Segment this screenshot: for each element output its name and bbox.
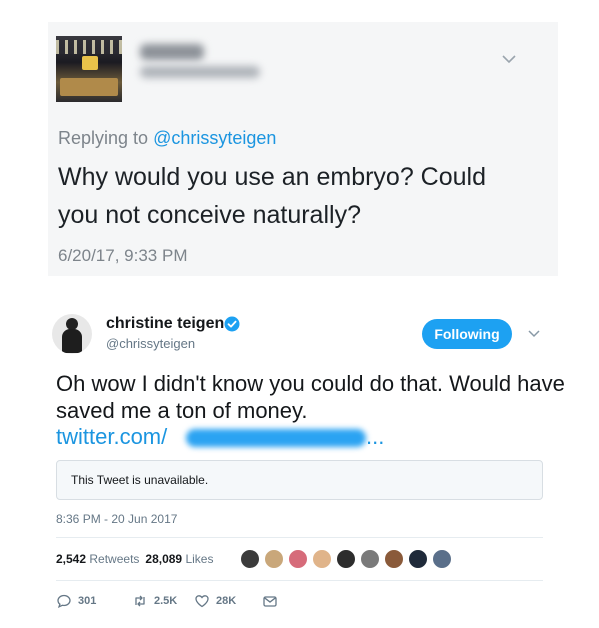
retweet-icon <box>135 595 145 607</box>
direct-message-action[interactable] <box>262 592 278 610</box>
author-avatar[interactable] <box>52 314 92 354</box>
retweet-action[interactable]: 2.5K <box>132 592 177 610</box>
following-button[interactable]: Following <box>422 319 512 349</box>
liker-avatar[interactable] <box>408 549 428 569</box>
liker-avatar[interactable] <box>336 549 356 569</box>
likes-stat[interactable]: 28,089 Likes <box>145 552 213 566</box>
tweet-text: Oh wow I didn't know you could do that. … <box>56 371 565 423</box>
arena-scoreboard <box>82 56 98 70</box>
liker-avatar[interactable] <box>312 549 332 569</box>
like-count: 28K <box>216 595 237 607</box>
divider <box>56 580 543 581</box>
arena-lights <box>56 40 122 54</box>
likes-label: Likes <box>185 552 214 566</box>
liker-avatar[interactable] <box>240 549 260 569</box>
quoted-tweet-text: Why would you use an embryo? Could you n… <box>58 163 487 229</box>
chevron-down-icon[interactable] <box>527 329 541 339</box>
tweet-link-redacted <box>186 429 366 447</box>
retweets-stat[interactable]: 2,542 Retweets <box>56 552 139 566</box>
avatar-body <box>62 329 82 353</box>
reply-count: 301 <box>78 595 97 607</box>
replying-to-mention[interactable]: @chrissyteigen <box>153 128 276 148</box>
tweet-link-start[interactable]: twitter.com/ <box>56 424 167 449</box>
quoted-author-name-redacted <box>140 44 204 60</box>
retweets-count: 2,542 <box>56 552 87 566</box>
liker-avatar[interactable] <box>288 549 308 569</box>
liker-avatar[interactable] <box>360 549 380 569</box>
unavailable-text: This Tweet is unavailable. <box>71 473 209 487</box>
envelope-icon <box>263 596 277 607</box>
likes-count: 28,089 <box>145 552 183 566</box>
quoted-tweet-card: Replying to @chrissyteigen Why would you… <box>48 22 558 276</box>
unavailable-quote-box: This Tweet is unavailable. <box>56 460 543 500</box>
author-name[interactable]: christine teigen <box>106 315 224 333</box>
engagement-stats: 2,542 Retweets 28,089 Likes <box>56 552 213 566</box>
retweets-label: Retweets <box>89 552 140 566</box>
verified-badge-icon <box>224 316 240 332</box>
chevron-down-icon[interactable] <box>500 52 518 66</box>
author-handle[interactable]: @chrissyteigen <box>106 336 195 351</box>
heart-icon <box>195 595 209 608</box>
tweet-timestamp[interactable]: 8:36 PM - 20 Jun 2017 <box>56 512 177 526</box>
quoted-author-handle-redacted <box>140 66 260 78</box>
divider <box>56 537 543 538</box>
liker-avatar[interactable] <box>264 549 284 569</box>
like-action[interactable]: 28K <box>194 592 236 610</box>
replying-to-line: Replying to @chrissyteigen <box>58 128 276 149</box>
liker-avatar[interactable] <box>384 549 404 569</box>
reply-icon <box>57 594 71 608</box>
quoted-author-avatar[interactable] <box>56 36 122 102</box>
tweet-link-end[interactable]: ... <box>366 424 384 450</box>
tweet-link[interactable]: twitter.com/ ... <box>56 424 384 452</box>
reply-action[interactable]: 301 <box>56 592 96 610</box>
replying-to-prefix: Replying to <box>58 128 154 148</box>
liker-avatar[interactable] <box>432 549 452 569</box>
retweet-count: 2.5K <box>154 595 178 607</box>
quoted-tweet-timestamp[interactable]: 6/20/17, 9:33 PM <box>58 246 187 266</box>
arena-court <box>60 78 118 96</box>
